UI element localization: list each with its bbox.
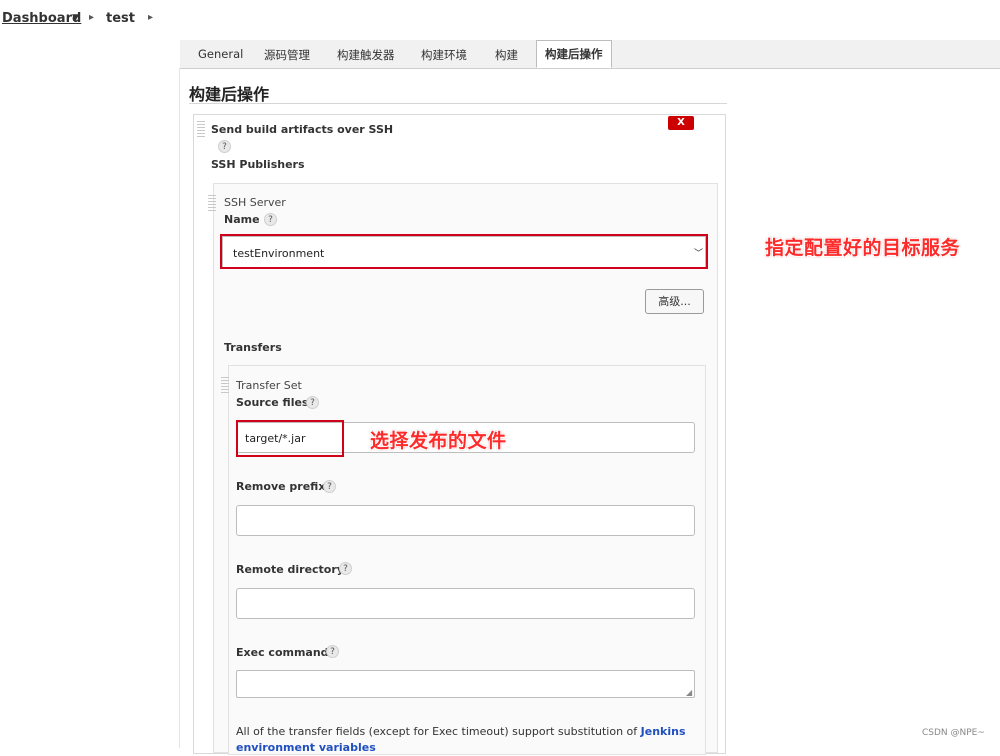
help-icon[interactable]: ?	[326, 645, 339, 658]
remove-prefix-input[interactable]	[236, 505, 695, 536]
section-title: 构建后操作	[189, 85, 270, 104]
substitution-note-text: All of the transfer fields (except for E…	[236, 725, 641, 738]
ssh-server-heading: SSH Server	[224, 196, 286, 209]
drag-handle-icon[interactable]	[197, 121, 205, 139]
help-icon[interactable]: ?	[264, 213, 277, 226]
help-icon[interactable]: ?	[218, 140, 231, 153]
name-label: Name	[224, 213, 260, 226]
help-icon[interactable]: ?	[323, 480, 336, 493]
breadcrumb-separator-icon: ▸	[89, 12, 95, 23]
remote-directory-input[interactable]	[236, 588, 695, 619]
help-icon[interactable]: ?	[339, 562, 352, 575]
breadcrumb-dashboard[interactable]: Dashboard	[2, 11, 81, 26]
annotation-server-highlight	[220, 234, 708, 269]
source-files-label: Source files	[236, 396, 309, 409]
tab-general[interactable]: General	[198, 47, 243, 61]
transfer-set-heading: Transfer Set	[236, 379, 302, 392]
chevron-down-icon[interactable]: ▼	[72, 13, 79, 23]
remove-prefix-label: Remove prefix	[236, 480, 326, 493]
section-divider	[189, 103, 727, 104]
tab-environment[interactable]: 构建环境	[421, 47, 467, 63]
exec-command-label: Exec command	[236, 646, 329, 659]
resize-handle-icon[interactable]: ◢	[686, 688, 692, 697]
breadcrumb-separator-icon[interactable]: ▸	[148, 12, 153, 23]
remote-directory-label: Remote directory	[236, 563, 344, 576]
advanced-button[interactable]: 高级...	[645, 289, 704, 314]
watermark: CSDN @NPE~	[922, 728, 985, 738]
annotation-source-highlight	[236, 420, 344, 457]
breadcrumb: Dashboard ▼ ▸ test ▸	[0, 0, 1000, 40]
exec-command-textarea[interactable]	[236, 670, 695, 698]
content-frame-border	[179, 68, 180, 748]
transfers-label: Transfers	[224, 341, 282, 354]
publisher-title: Send build artifacts over SSH	[211, 123, 394, 136]
substitution-note: All of the transfer fields (except for E…	[236, 724, 686, 756]
tab-scm[interactable]: 源码管理	[264, 47, 310, 63]
delete-button[interactable]: X	[668, 116, 694, 130]
ssh-publishers-label: SSH Publishers	[211, 158, 305, 171]
tab-build[interactable]: 构建	[495, 47, 518, 63]
annotation-server-note: 指定配置好的目标服务	[765, 237, 961, 259]
drag-handle-icon[interactable]	[221, 377, 229, 395]
drag-handle-icon[interactable]	[208, 195, 216, 211]
tab-triggers[interactable]: 构建触发器	[337, 47, 395, 63]
help-icon[interactable]: ?	[306, 396, 319, 409]
annotation-source-note: 选择发布的文件	[370, 430, 507, 452]
tab-post-build[interactable]: 构建后操作	[536, 40, 612, 68]
breadcrumb-job[interactable]: test	[106, 11, 135, 26]
config-tabs: General 源码管理 构建触发器 构建环境 构建 构建后操作	[180, 40, 1000, 69]
